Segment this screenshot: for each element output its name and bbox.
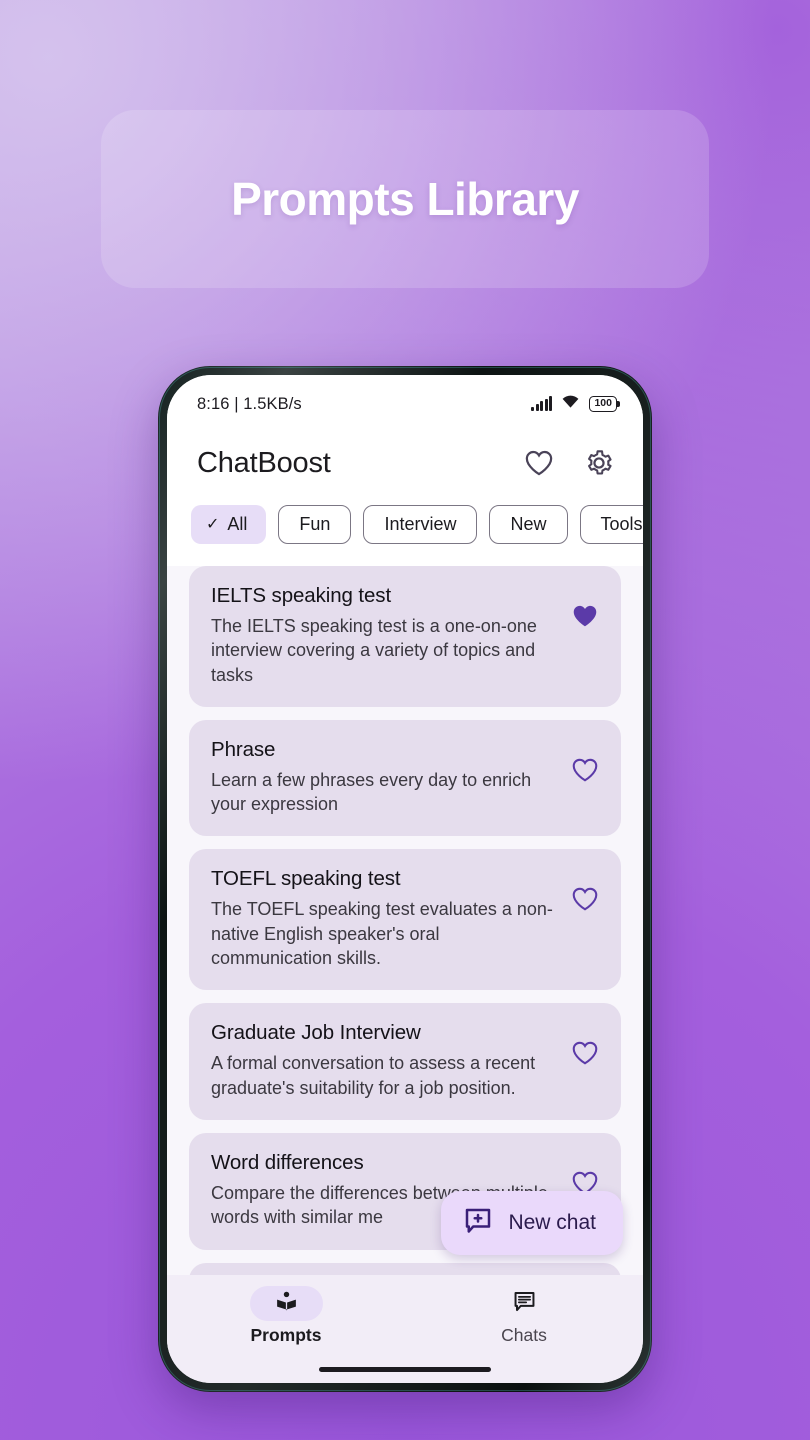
filter-chip-all[interactable]: ✓ All xyxy=(191,505,267,544)
app-bar: ChatBoost xyxy=(167,427,643,499)
prompts-list[interactable]: IELTS speaking test The IELTS speaking t… xyxy=(167,566,643,1275)
heart-outline-icon[interactable] xyxy=(571,1021,599,1065)
filter-chip-label: All xyxy=(227,514,248,534)
prompt-card-body: TOEFL speaking test The TOEFL speaking t… xyxy=(211,867,561,970)
filter-chips-scroller[interactable]: ✓ All Fun Interview New Tools xyxy=(167,505,643,544)
prompt-card[interactable]: IELTS speaking test The IELTS speaking t… xyxy=(189,566,621,707)
nav-label-prompts: Prompts xyxy=(250,1325,322,1345)
nav-item-prompts[interactable]: Prompts xyxy=(216,1286,356,1346)
phone-screen: 8:16 | 1.5KB/s 100 ChatBoost ✓ All Fun I… xyxy=(167,375,643,1383)
app-title: ChatBoost xyxy=(197,446,331,479)
chat-bubble-plus-icon xyxy=(463,1206,493,1241)
battery-icon: 100 xyxy=(589,395,619,413)
filter-chip-interview[interactable]: Interview xyxy=(363,505,478,544)
prompt-card[interactable]: Phrase Learn a few phrases every day to … xyxy=(189,719,621,837)
book-library-icon xyxy=(274,1289,299,1319)
phone-frame: 8:16 | 1.5KB/s 100 ChatBoost ✓ All Fun I… xyxy=(158,366,652,1392)
chat-message-icon xyxy=(512,1289,537,1319)
heart-outline-icon[interactable] xyxy=(571,867,599,911)
prompt-title: Word differences xyxy=(211,1150,364,1174)
prompt-card-partial[interactable] xyxy=(189,1262,621,1275)
signal-bars-icon xyxy=(531,396,553,411)
gesture-handle[interactable] xyxy=(319,1367,491,1372)
prompt-title: IELTS speaking test xyxy=(211,584,392,607)
page-title: Prompts Library xyxy=(231,173,579,225)
status-indicators: 100 xyxy=(531,394,619,414)
new-chat-label: New chat xyxy=(508,1211,596,1234)
prompt-description: The TOEFL speaking test evaluates a non-… xyxy=(211,899,553,969)
prompt-card-body: IELTS speaking test The IELTS speaking t… xyxy=(211,584,561,687)
prompt-title: Graduate Job Interview xyxy=(211,1021,421,1045)
status-bar: 8:16 | 1.5KB/s 100 xyxy=(167,375,643,427)
prompt-card-body: Phrase Learn a few phrases every day to … xyxy=(211,738,561,817)
wifi-icon xyxy=(561,394,580,414)
nav-pill-chats xyxy=(488,1286,561,1321)
nav-item-chats[interactable]: Chats xyxy=(454,1286,594,1346)
nav-pill-prompts xyxy=(249,1286,323,1321)
battery-level: 100 xyxy=(594,397,612,410)
prompt-description: The IELTS speaking test is a one-on-one … xyxy=(211,616,537,685)
heart-filled-icon[interactable] xyxy=(571,584,599,628)
heart-outline-icon[interactable] xyxy=(523,447,555,479)
prompt-card[interactable]: Graduate Job Interview A formal conversa… xyxy=(189,1003,621,1120)
filter-chip-label: Interview xyxy=(384,514,457,534)
filter-chip-label: New xyxy=(510,514,547,534)
bottom-navigation: Prompts Chats xyxy=(167,1275,643,1383)
check-icon: ✓ xyxy=(206,515,220,533)
filter-chips-bar: ✓ All Fun Interview New Tools xyxy=(167,499,643,566)
prompt-description: A formal conversation to assess a recent… xyxy=(211,1053,536,1098)
filter-chip-label: Tools xyxy=(600,514,643,534)
gear-icon[interactable] xyxy=(583,447,615,479)
prompt-card-body: Graduate Job Interview A formal conversa… xyxy=(211,1021,561,1100)
prompt-title: TOEFL speaking test xyxy=(211,867,401,891)
nav-label-chats: Chats xyxy=(501,1325,547,1345)
page-banner: Prompts Library xyxy=(101,110,709,288)
status-time: 8:16 | 1.5KB/s xyxy=(197,394,302,413)
new-chat-button[interactable]: New chat xyxy=(441,1191,623,1255)
filter-chip-tools[interactable]: Tools xyxy=(579,505,643,544)
heart-outline-icon[interactable] xyxy=(571,738,599,782)
heart-outline-icon[interactable] xyxy=(571,1151,599,1195)
app-bar-actions xyxy=(523,447,615,479)
filter-chip-label: Fun xyxy=(299,514,331,534)
prompt-card[interactable]: TOEFL speaking test The TOEFL speaking t… xyxy=(189,849,621,991)
filter-chip-new[interactable]: New xyxy=(489,505,568,544)
filter-chip-fun[interactable]: Fun xyxy=(278,505,352,544)
prompt-description: Learn a few phrases every day to enrich … xyxy=(211,769,532,815)
prompt-title: Phrase xyxy=(211,737,276,761)
